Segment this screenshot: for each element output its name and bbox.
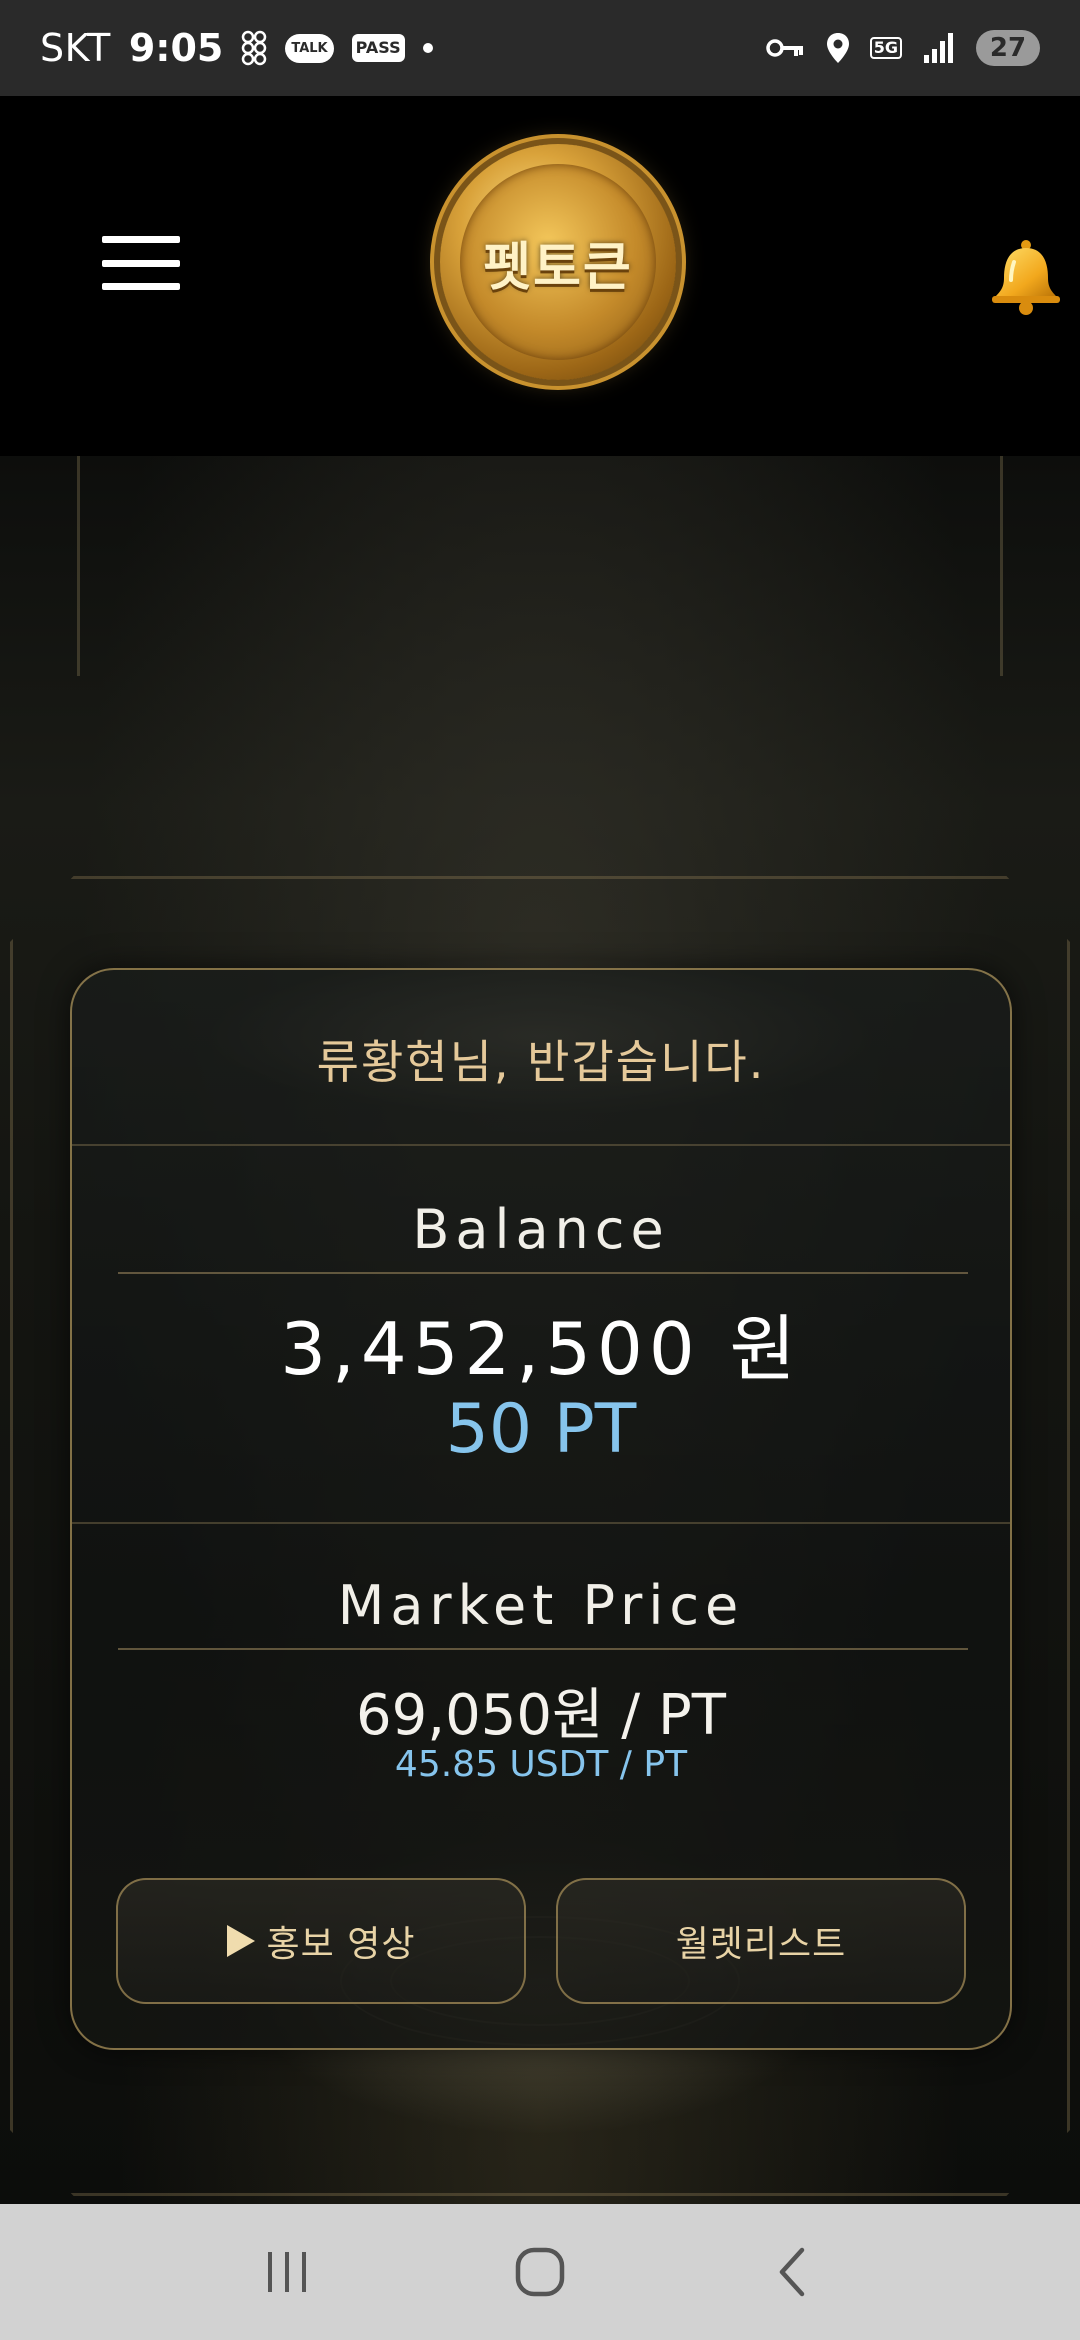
more-notifications-dot-icon [422, 43, 433, 53]
location-icon [826, 32, 850, 64]
balance-pt-value: 50 PT [445, 1390, 637, 1469]
menu-bar [102, 236, 180, 243]
promo-video-button[interactable]: 홍보 영상 [116, 1878, 526, 2004]
greeting-text: 류황현님, 반갑습니다. [316, 1035, 766, 1089]
wallet-card: 류황현님, 반갑습니다. Balance 3,452,500 원 50 PT M… [70, 968, 1012, 2050]
home-icon[interactable] [495, 2227, 585, 2317]
kakaotalk-icon: TALK [285, 33, 334, 63]
decorative-frame-right [1000, 456, 1080, 676]
status-bar-right: 5G 27 [765, 30, 1040, 66]
balance-title: Balance [412, 1198, 670, 1261]
clock: 9:05 [128, 26, 224, 70]
bell-icon[interactable] [986, 236, 1066, 316]
divider [118, 1648, 968, 1650]
key-icon [765, 36, 806, 60]
app-header: 펫토큰 [0, 96, 1080, 456]
whitelist-label: 월렛리스트 [675, 1924, 847, 1965]
signal-icon [922, 31, 956, 65]
play-icon [226, 1925, 255, 1957]
carrier-label: SKT [40, 26, 111, 70]
status-bar-left: SKT 9:05 TALK PASS [40, 26, 433, 70]
divider [118, 1272, 968, 1274]
menu-bar [102, 283, 180, 290]
promo-video-label: 홍보 영상 [266, 1924, 416, 1965]
status-bar: SKT 9:05 TALK PASS 5G 27 [0, 0, 1080, 96]
system-navigation-bar [0, 2204, 1080, 2340]
logo-coin-face: 펫토큰 [460, 164, 656, 360]
network-type-icon: 5G [869, 37, 902, 59]
app-screen: SKT 9:05 TALK PASS 5G 27 펫토큰 류황현님, 반갑습니다… [0, 0, 1080, 2340]
menu-bar [102, 259, 180, 267]
divider [72, 1144, 1010, 1146]
balance-won-value: 3,452,500 원 [280, 1307, 802, 1391]
recent-apps-icon[interactable] [242, 2227, 332, 2317]
market-price-krw: 69,050원 / PT [356, 1683, 726, 1748]
market-price-usdt: 45.85 USDT / PT [394, 1744, 688, 1785]
decorative-frame-left [0, 456, 80, 676]
back-icon[interactable] [748, 2227, 838, 2317]
whitelist-button[interactable]: 월렛리스트 [556, 1878, 966, 2004]
pass-icon: PASS [351, 34, 405, 62]
divider [72, 1522, 1010, 1524]
market-price-title: Market Price [337, 1574, 745, 1637]
logo-text: 펫토큰 [483, 237, 633, 298]
pettoken-logo[interactable]: 펫토큰 [440, 144, 676, 380]
apps-grid-icon [241, 30, 267, 66]
battery-icon: 27 [976, 30, 1040, 66]
hamburger-menu-icon[interactable] [102, 236, 180, 290]
